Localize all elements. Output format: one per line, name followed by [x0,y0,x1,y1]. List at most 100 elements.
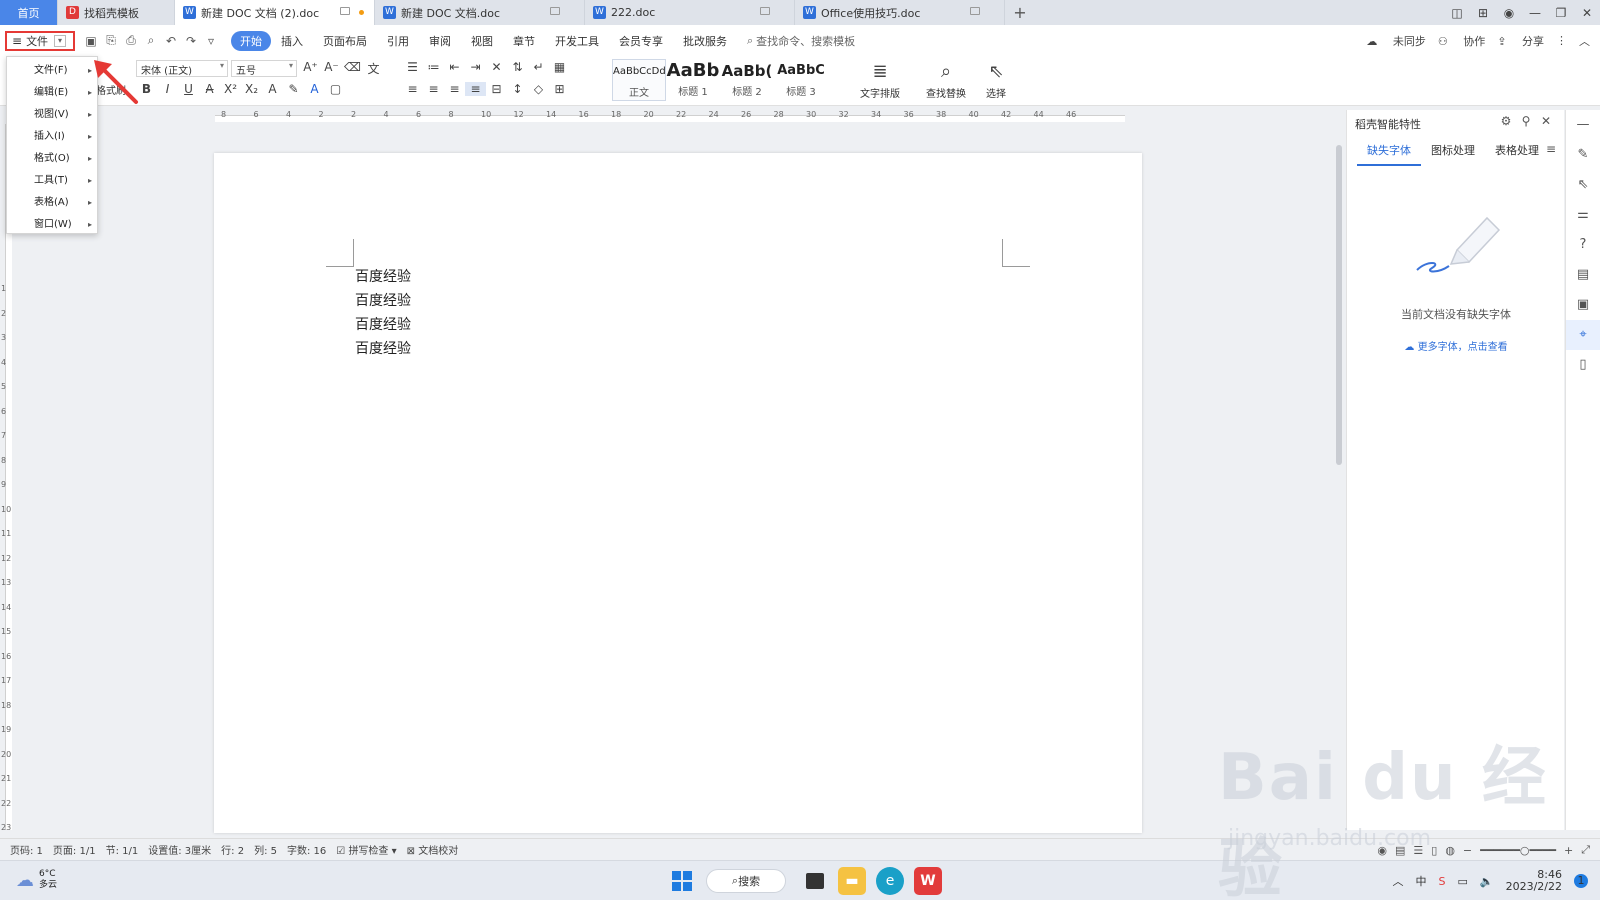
gear-icon[interactable]: ⚙ [1496,114,1516,128]
tab-icon-processing[interactable]: 图标处理 [1421,140,1485,166]
cast-icon[interactable] [760,7,770,15]
pinyin-icon[interactable]: 文 [363,60,384,77]
tab-missing-fonts[interactable]: 缺失字体 [1357,140,1421,166]
cast-icon[interactable] [970,7,980,15]
increase-indent-icon[interactable]: ⇥ [465,60,486,74]
collapse-icon[interactable]: — [1566,110,1600,140]
horizontal-ruler[interactable]: 8 6 4 2 2 4 6 8 10 12 14 16 18 20 22 24 26 28 30 32 34 36 38 40… [0,106,1330,124]
export-icon[interactable]: ⎘ [101,33,121,48]
print-icon[interactable]: ⎙ [121,33,141,48]
style-heading-3[interactable]: AaBbC 标题 3 [774,59,828,101]
text-effect-icon[interactable]: A [262,82,283,96]
justify-icon[interactable]: ≡ [465,82,486,96]
redo-icon[interactable]: ↷ [181,34,201,48]
cast-icon[interactable] [550,7,560,15]
bullet-list-icon[interactable]: ☰ [402,60,423,74]
more-fonts-link[interactable]: ☁ 更多字体，点击查看 [1347,338,1565,353]
align-left-icon[interactable]: ≡ [402,82,423,96]
tab-correction[interactable]: 批改服务 [673,33,737,49]
cast-icon[interactable] [340,7,350,15]
tab-developer[interactable]: 开发工具 [545,33,609,49]
style-heading-2[interactable]: AaBb( 标题 2 [720,59,774,101]
collapse-ribbon-icon[interactable]: ︿ [1579,33,1590,49]
strikethrough-icon[interactable]: A̶ [199,82,220,96]
wps-office-icon[interactable]: W [914,867,942,895]
tab-view[interactable]: 视图 [461,33,503,49]
minimize-icon[interactable]: — [1522,6,1548,20]
image-icon[interactable]: ▣ [1566,290,1600,320]
undo-icon[interactable]: ↶ [161,34,181,48]
menu-item-format[interactable]: 格式(O) ▸ [7,148,97,170]
weather-widget[interactable]: ☁ 6°C 多云 [16,869,57,891]
tab-references[interactable]: 引用 [377,33,419,49]
pointer-icon[interactable]: ⇖ [1566,170,1600,200]
tab-insert[interactable]: 插入 [271,33,313,49]
tab-table-processing[interactable]: 表格处理 [1485,140,1549,166]
line-spacing-icon[interactable]: ↕ [507,82,528,96]
highlight-icon[interactable]: ✎ [283,82,304,96]
save-icon[interactable]: ▣ [81,34,101,48]
layout-icon[interactable]: ◫ [1444,6,1470,20]
menu-item-view[interactable]: 视图(V) ▸ [7,104,97,126]
vertical-scrollbar[interactable] [1334,110,1344,830]
close-icon[interactable]: ✕ [1574,6,1600,20]
scrollbar-thumb[interactable] [1336,145,1342,465]
close-icon[interactable]: ✕ [1536,114,1556,128]
file-menu-button[interactable]: ≡ 文件 ▾ [5,30,75,51]
document-page[interactable]: 百度经验 百度经验 百度经验 百度经验 [214,153,1142,833]
share-button[interactable]: ⇪ 分享 [1497,33,1544,49]
sliders-icon[interactable]: ⚌ [1566,200,1600,230]
select-button[interactable]: ⇖ 选择 [978,59,1014,100]
book-icon[interactable]: ▯ [1566,350,1600,380]
shading-icon[interactable]: ◇ [528,82,549,96]
edit-icon[interactable]: ✎ [1566,140,1600,170]
style-normal[interactable]: AaBbCcDd 正文 [612,59,666,101]
align-right-icon[interactable]: ≡ [444,82,465,96]
decrease-indent-icon[interactable]: ⇤ [444,60,465,74]
customize-icon[interactable]: ▿ [201,34,221,48]
tab-home-ribbon[interactable]: 开始 [231,30,271,51]
chinese-layout-icon[interactable]: ✕ [486,60,507,74]
sort-icon[interactable]: ⇅ [507,60,528,74]
tab-member[interactable]: 会员专享 [609,33,673,49]
menu-item-table[interactable]: 表格(A) ▸ [7,192,97,214]
tab-review[interactable]: 审阅 [419,33,461,49]
collaborate-button[interactable]: ⚇ 协作 [1438,33,1485,49]
pin-icon[interactable]: ⚲ [1516,114,1536,128]
tab-section[interactable]: 章节 [503,33,545,49]
text-layout-button[interactable]: ≣ 文字排版 [856,59,904,100]
superscript-icon[interactable]: X² [220,82,241,96]
font-color-icon[interactable]: A [304,82,325,96]
more-icon[interactable]: ⋮ [1556,34,1567,47]
menu-item-window[interactable]: 窗口(W) ▸ [7,214,97,236]
menu-item-insert[interactable]: 插入(I) ▸ [7,126,97,148]
edge-browser-icon[interactable]: e [876,867,904,895]
grow-font-icon[interactable]: A⁺ [300,60,321,77]
sheet-icon[interactable]: ▤ [1566,260,1600,290]
tab-office-tips[interactable]: W Office使用技巧.doc [795,0,1005,25]
menu-item-tools[interactable]: 工具(T) ▸ [7,170,97,192]
style-heading-1[interactable]: AaBb 标题 1 [666,59,720,101]
restore-icon[interactable]: ❐ [1548,6,1574,20]
task-view-icon[interactable] [806,873,824,889]
italic-icon[interactable]: I [157,82,178,96]
document-body[interactable]: 百度经验 百度经验 百度经验 百度经验 [355,265,411,361]
tab-222-doc[interactable]: W 222.doc [585,0,795,25]
tab-docer-templates[interactable]: D 找稻壳模板 [58,0,175,25]
clear-format-icon[interactable]: ⌫ [342,60,363,77]
panel-title[interactable]: 稻壳智能特性 [1355,116,1421,132]
menu-item-file[interactable]: 文件(F) ▸ [7,60,97,82]
location-icon[interactable]: ⌖ [1566,320,1600,350]
menu-icon[interactable]: ≡ [1546,142,1556,156]
underline-icon[interactable]: U [178,82,199,96]
status-word-count[interactable]: 字数: 16 [287,842,326,857]
menu-item-edit[interactable]: 编辑(E) ▸ [7,82,97,104]
numbered-list-icon[interactable]: ≔ [423,60,444,74]
new-tab-button[interactable]: + [1005,0,1035,25]
distribute-icon[interactable]: ⊟ [486,82,507,96]
tab-page-layout[interactable]: 页面布局 [313,33,377,49]
table-grid-icon[interactable]: ▦ [549,60,570,74]
font-name-select[interactable]: 宋体 (正文) ▾ [136,60,228,77]
show-marks-icon[interactable]: ↵ [528,60,549,74]
shrink-font-icon[interactable]: A⁻ [321,60,342,77]
